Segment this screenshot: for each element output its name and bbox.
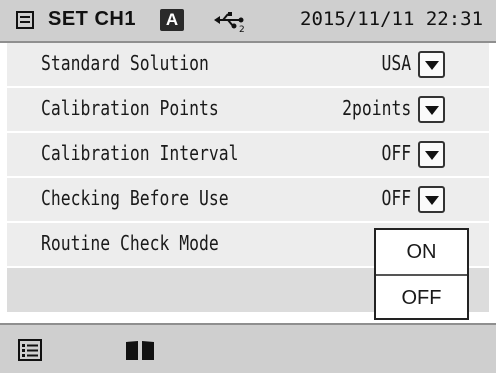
row-value: OFF xyxy=(381,141,411,165)
row-checking-before-use[interactable]: Checking Before Use OFF xyxy=(7,178,489,223)
option-on[interactable]: ON xyxy=(376,230,467,276)
usb-icon: 2 xyxy=(214,12,245,32)
status-bar: SET CH1 A 2 2015/11/11 22:31 xyxy=(0,0,496,43)
routine-check-dropdown: ON OFF xyxy=(374,228,469,320)
book-icon[interactable] xyxy=(124,339,156,361)
row-value: USA xyxy=(381,51,411,75)
svg-text:2: 2 xyxy=(239,25,245,32)
sd-card-icon xyxy=(16,11,34,29)
dropdown-button[interactable] xyxy=(418,96,445,123)
row-label: Standard Solution xyxy=(41,51,209,75)
option-off[interactable]: OFF xyxy=(376,276,467,320)
device-screen: SET CH1 A 2 2015/11/11 22:31 Standard So… xyxy=(0,0,496,373)
datetime-display: 2015/11/11 22:31 xyxy=(300,8,484,30)
dropdown-button[interactable] xyxy=(418,51,445,78)
chevron-down-icon xyxy=(425,106,439,115)
row-label: Checking Before Use xyxy=(41,186,229,210)
dropdown-button[interactable] xyxy=(418,141,445,168)
row-label: Calibration Interval xyxy=(41,141,239,165)
dropdown-button[interactable] xyxy=(418,186,445,213)
channel-title: SET CH1 xyxy=(48,8,136,30)
row-calibration-points[interactable]: Calibration Points 2points xyxy=(7,88,489,133)
list-icon[interactable] xyxy=(18,339,42,361)
row-label: Calibration Points xyxy=(41,96,219,120)
row-label: Routine Check Mode xyxy=(41,231,219,255)
chevron-down-icon xyxy=(425,196,439,205)
row-calibration-interval[interactable]: Calibration Interval OFF xyxy=(7,133,489,178)
bottom-toolbar xyxy=(0,323,496,373)
mode-badge: A xyxy=(160,9,184,31)
row-standard-solution[interactable]: Standard Solution USA xyxy=(7,43,489,88)
row-value: OFF xyxy=(381,186,411,210)
row-value: 2points xyxy=(341,96,411,120)
chevron-down-icon xyxy=(425,61,439,70)
chevron-down-icon xyxy=(425,151,439,160)
